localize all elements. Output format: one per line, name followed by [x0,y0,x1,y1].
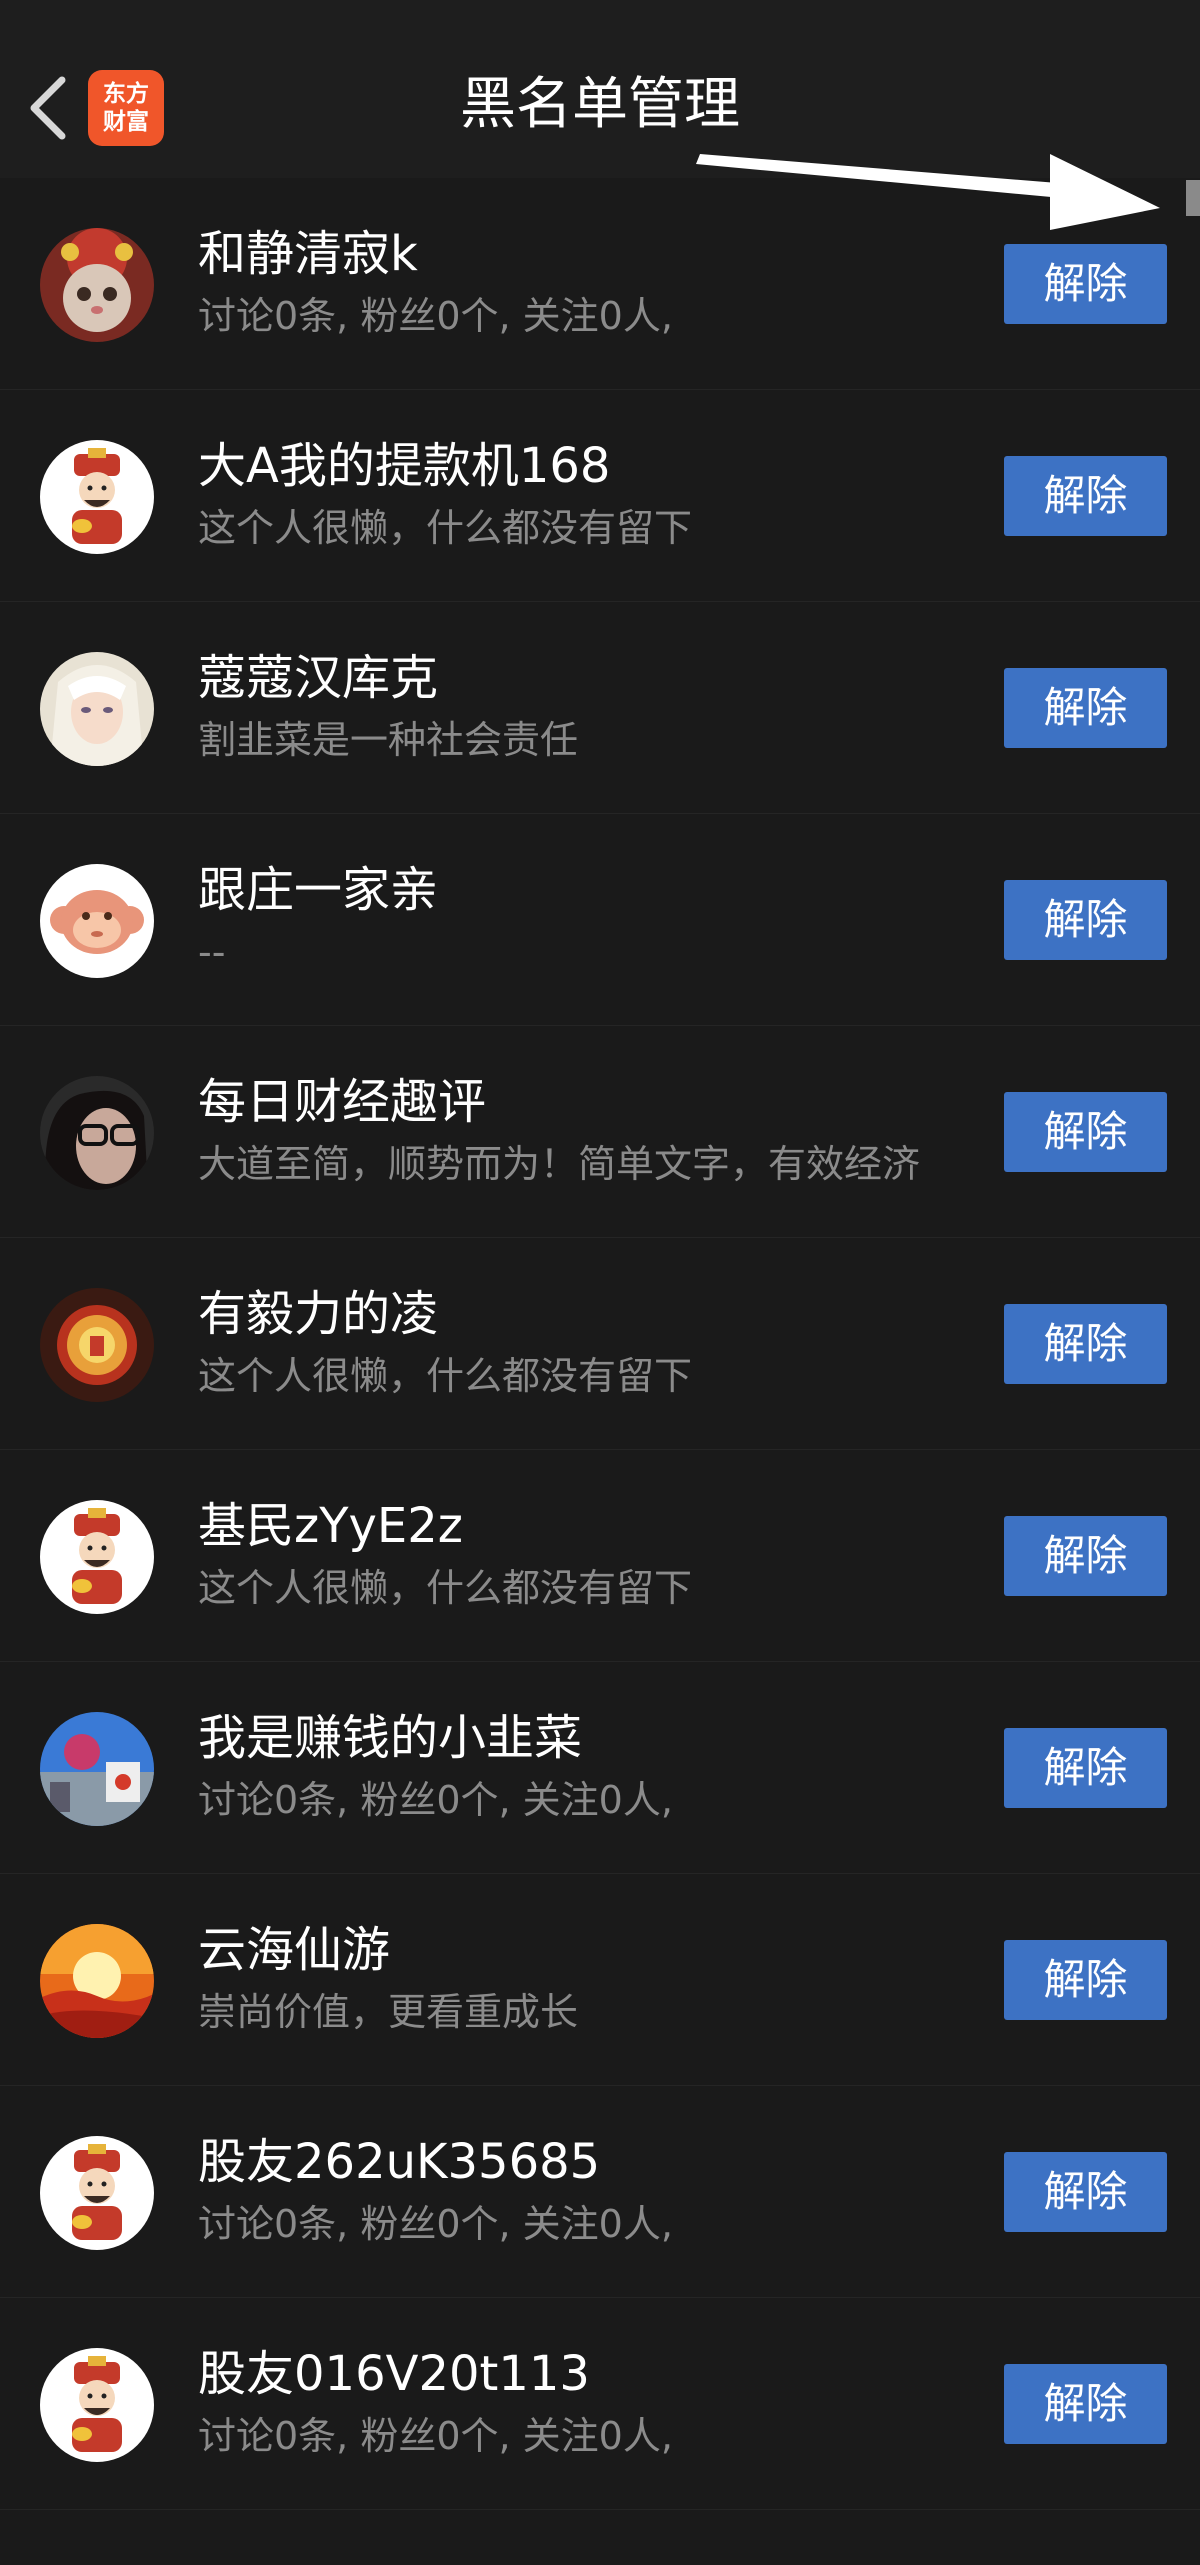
sunset-avatar[interactable] [40,1924,154,2038]
list-item: 云海仙游 崇尚价值，更看重成长 解除 [0,1874,1200,2086]
page-title: 黑名单管理 [460,72,740,137]
user-description: -- [198,930,226,974]
cat-lion-dance-avatar[interactable] [40,228,154,342]
user-name: 蔻蔻汉库克 [198,650,439,706]
list-item: 我是赚钱的小韭菜 讨论0条, 粉丝0个, 关注0人, 解除 [0,1662,1200,1874]
user-name: 每日财经趣评 [198,1074,487,1130]
fortune-god-avatar[interactable] [40,2136,154,2250]
glasses-woman-avatar[interactable] [40,1076,154,1190]
user-name: 大A我的提款机168 [198,438,611,494]
lantern-avatar[interactable] [40,1288,154,1402]
fortune-god-avatar[interactable] [40,2348,154,2462]
remove-button[interactable]: 解除 [1004,2152,1167,2232]
remove-button[interactable]: 解除 [1004,1304,1167,1384]
remove-button[interactable]: 解除 [1004,244,1167,324]
remove-button[interactable]: 解除 [1004,1516,1167,1596]
user-description: 割韭菜是一种社会责任 [198,718,579,762]
anime-girl-avatar[interactable] [40,652,154,766]
user-name: 我是赚钱的小韭菜 [198,1710,583,1766]
fortune-god-avatar[interactable] [40,440,154,554]
user-name: 有毅力的凌 [198,1286,439,1342]
list-item: 跟庄一家亲 -- 解除 [0,814,1200,1026]
monkey-avatar[interactable] [40,864,154,978]
user-description: 这个人很懒，什么都没有留下 [198,506,693,550]
list-item: 基民zYyE2z 这个人很懒，什么都没有留下 解除 [0,1450,1200,1662]
list-item: 每日财经趣评 大道至简，顺势而为！简单文字，有效经济 解除 [0,1026,1200,1238]
user-description: 讨论0条, 粉丝0个, 关注0人, [198,1778,673,1822]
user-description: 讨论0条, 粉丝0个, 关注0人, [198,2414,673,2458]
user-description: 这个人很懒，什么都没有留下 [198,1566,693,1610]
user-description: 大道至简，顺势而为！简单文字，有效经济 [198,1142,921,1186]
list-item: 蔻蔻汉库克 割韭菜是一种社会责任 解除 [0,602,1200,814]
list-item: 股友262uK35685 讨论0条, 粉丝0个, 关注0人, 解除 [0,2086,1200,2298]
user-description: 讨论0条, 粉丝0个, 关注0人, [198,294,673,338]
remove-button[interactable]: 解除 [1004,2364,1167,2444]
remove-button[interactable]: 解除 [1004,456,1167,536]
user-name: 和静清寂k [198,226,418,282]
list-item: 大A我的提款机168 这个人很懒，什么都没有留下 解除 [0,390,1200,602]
remove-button[interactable]: 解除 [1004,668,1167,748]
remove-button[interactable]: 解除 [1004,880,1167,960]
user-name: 云海仙游 [198,1922,391,1978]
user-description: 讨论0条, 粉丝0个, 关注0人, [198,2202,673,2246]
user-name: 基民zYyE2z [198,1498,463,1554]
blacklist: 和静清寂k 讨论0条, 粉丝0个, 关注0人, 解除 大A我的提款机168 这个… [0,178,1200,2510]
list-item: 和静清寂k 讨论0条, 粉丝0个, 关注0人, 解除 [0,178,1200,390]
user-description: 崇尚价值，更看重成长 [198,1990,579,2034]
remove-button[interactable]: 解除 [1004,1728,1167,1808]
user-name: 股友016V20t113 [198,2346,590,2402]
user-name: 跟庄一家亲 [198,862,439,918]
user-description: 这个人很懒，什么都没有留下 [198,1354,693,1398]
remove-button[interactable]: 解除 [1004,1940,1167,2020]
street-scene-avatar[interactable] [40,1712,154,1826]
screen: 东方 财富 黑名单管理 和静清寂k 讨论0条, 粉丝0个, 关注0人, 解除 大… [0,0,1200,2565]
remove-button[interactable]: 解除 [1004,1092,1167,1172]
list-item: 股友016V20t113 讨论0条, 粉丝0个, 关注0人, 解除 [0,2298,1200,2510]
user-name: 股友262uK35685 [198,2134,601,2190]
list-item: 有毅力的凌 这个人很懒，什么都没有留下 解除 [0,1238,1200,1450]
fortune-god-avatar[interactable] [40,1500,154,1614]
